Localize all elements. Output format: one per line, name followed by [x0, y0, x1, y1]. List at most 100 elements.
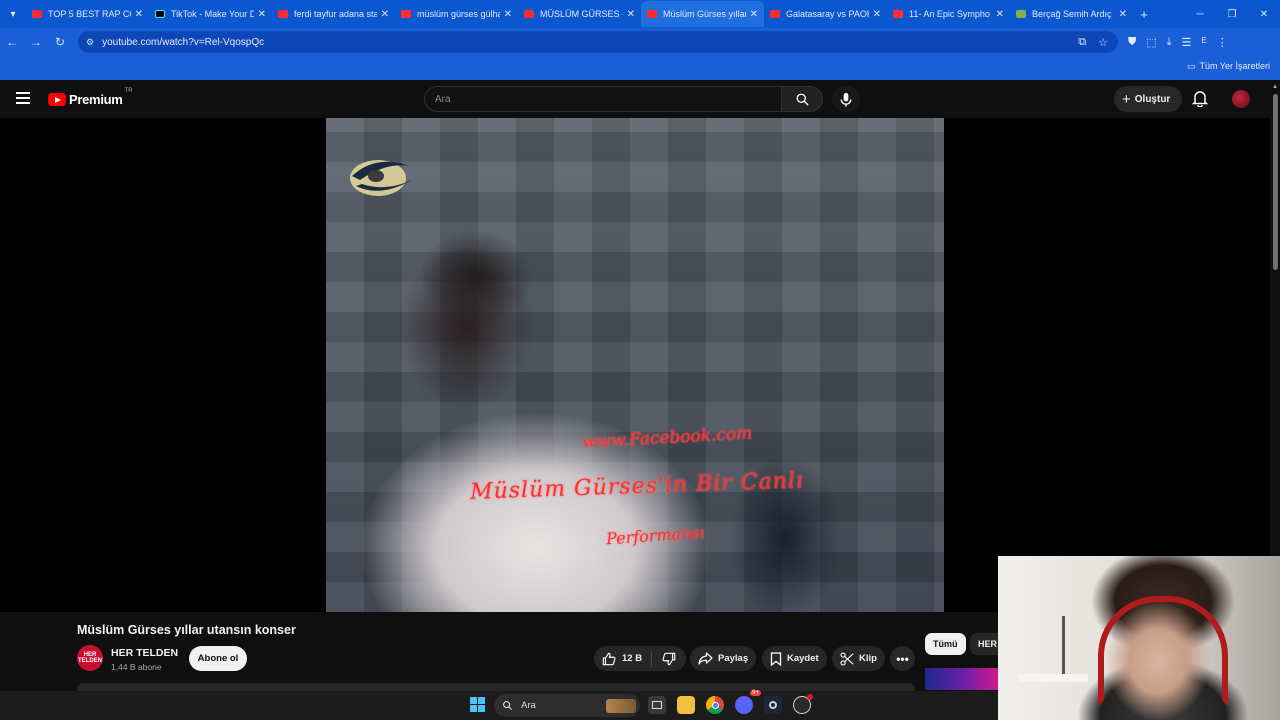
discord-icon[interactable]: 9+ [735, 690, 761, 714]
chip-all[interactable]: Tümü [925, 633, 966, 655]
channel-name[interactable]: HER TELDEN [111, 647, 178, 659]
tab-search-chevron-icon[interactable]: ▾ [0, 0, 26, 28]
browser-tab[interactable]: 11- An Epic Sympho ✕ [887, 1, 1010, 27]
forward-arrow-icon[interactable]: → [24, 35, 48, 49]
search-icon [796, 93, 809, 106]
close-icon[interactable]: ✕ [1119, 9, 1127, 20]
reload-icon[interactable]: ↻ [48, 35, 72, 49]
description-box[interactable] [77, 683, 915, 691]
tab-title: Berçağ Semih Ardıç [1032, 9, 1112, 19]
more-actions-button[interactable]: ••• [890, 646, 915, 671]
file-explorer-icon[interactable] [677, 696, 695, 714]
clip-button[interactable]: Klip [832, 646, 885, 671]
youtube-icon [278, 10, 288, 18]
windows-start-icon[interactable] [470, 697, 485, 712]
like-button[interactable]: 12 B [594, 650, 652, 667]
all-bookmarks-button[interactable]: ▭ Tüm Yer İşaretleri [1187, 61, 1270, 72]
all-bookmarks-label: Tüm Yer İşaretleri [1199, 61, 1270, 71]
share-button[interactable]: Paylaş [690, 646, 757, 671]
browser-tab[interactable]: müslüm gürses gülha ✕ [395, 1, 518, 27]
tab-title: TikTok - Make Your D [171, 9, 254, 19]
discord-badge: 9+ [750, 690, 761, 696]
clip-label: Klip [859, 653, 877, 664]
profile-avatar[interactable]: E [1201, 36, 1206, 49]
dislike-button[interactable] [652, 652, 686, 666]
tab-title: TOP 5 BEST RAP CON [48, 9, 131, 19]
video-player[interactable]: www.Facebook.com Müslüm Gürses'in Bir Ca… [326, 118, 944, 612]
account-avatar[interactable] [1232, 90, 1250, 108]
new-tab-plus-icon[interactable]: + [1133, 7, 1155, 22]
search-input[interactable]: Ara [424, 86, 782, 112]
tab-title: MÜSLÜM GÜRSES - Y [540, 9, 623, 19]
browser-tab[interactable]: TOP 5 BEST RAP CON ✕ [26, 1, 149, 27]
search-placeholder: Ara [435, 93, 451, 105]
tab-title: Müslüm Gürses yıllar [663, 9, 746, 19]
search-highlight-image [606, 698, 636, 713]
close-icon[interactable]: ✕ [996, 9, 1004, 20]
site-info-icon[interactable]: ⚙ [86, 37, 94, 48]
create-label: Oluştur [1134, 93, 1171, 105]
youtube-icon [32, 10, 42, 18]
window-controls: ─ ❐ ✕ [1184, 0, 1280, 28]
youtube-icon [893, 10, 903, 18]
channel-avatar[interactable]: HER TELDEN [77, 645, 103, 671]
close-icon[interactable]: ✕ [627, 9, 635, 20]
install-app-icon[interactable]: ⧉ [1078, 36, 1086, 49]
download-icon[interactable]: ⤓ [1167, 36, 1172, 49]
video-title: Müslüm Gürses yıllar utansın konser [77, 623, 296, 637]
app-icon[interactable] [793, 694, 813, 714]
close-icon[interactable]: ✕ [135, 9, 143, 20]
shield-extension-icon[interactable]: ⛊ [1128, 36, 1136, 49]
browser-tab-strip: ▾ TOP 5 BEST RAP CON ✕ TikTok - Make Your… [0, 0, 1280, 28]
minimize-icon[interactable]: ─ [1184, 0, 1216, 28]
browser-menu-icon[interactable]: ⋮ [1217, 36, 1228, 49]
close-icon[interactable]: ✕ [873, 9, 881, 20]
youtube-icon [524, 10, 534, 18]
extensions-puzzle-icon[interactable]: ⬚ [1146, 36, 1156, 49]
plus-icon: + [1122, 90, 1131, 108]
headset [1098, 596, 1228, 706]
scroll-up-arrow-icon[interactable]: ▲ [1272, 84, 1278, 90]
bookmark-star-icon[interactable]: ☆ [1098, 36, 1108, 49]
subscribe-button[interactable]: Abone ol [189, 646, 247, 671]
shelf [1018, 674, 1088, 682]
browser-tab-active[interactable]: Müslüm Gürses yıllar ✕ [641, 1, 764, 27]
save-button[interactable]: Kaydet [762, 646, 827, 671]
lamp-pole [1062, 616, 1065, 676]
close-icon[interactable]: ✕ [750, 9, 758, 20]
reading-list-icon[interactable]: ☰ [1182, 36, 1192, 49]
restore-icon[interactable]: ❐ [1216, 0, 1248, 28]
browser-tab[interactable]: Berçağ Semih Ardıç ✕ [1010, 1, 1133, 27]
chrome-icon[interactable] [706, 696, 724, 714]
save-label: Kaydet [787, 653, 819, 664]
address-bar[interactable]: ⚙ youtube.com/watch?v=Rel-VqospQc ⧉ ☆ [78, 31, 1118, 53]
youtube-premium-logo[interactable]: Premium TR [48, 88, 133, 107]
close-icon[interactable]: ✕ [258, 9, 266, 20]
youtube-play-icon [48, 93, 66, 106]
scrollbar-thumb[interactable] [1273, 94, 1278, 270]
browser-tab[interactable]: MÜSLÜM GÜRSES - Y ✕ [518, 1, 641, 27]
country-code: TR [124, 88, 133, 94]
close-icon[interactable]: ✕ [504, 9, 512, 20]
task-view-icon[interactable] [648, 696, 666, 714]
like-dislike-group: 12 B [594, 646, 686, 671]
search-button[interactable] [781, 86, 823, 112]
windows-taskbar: Ara 9+ [0, 690, 998, 720]
hamburger-menu-icon[interactable] [16, 92, 30, 104]
voice-search-button[interactable] [832, 86, 860, 112]
watermark-line-1: www.Facebook.com [581, 423, 753, 453]
taskbar-search[interactable]: Ara [494, 694, 640, 717]
notifications-bell-icon[interactable] [1192, 90, 1208, 107]
browser-tab[interactable]: Galatasaray vs PAOK ✕ [764, 1, 887, 27]
bookmark-icon [770, 651, 782, 666]
browser-tab[interactable]: TikTok - Make Your D ✕ [149, 1, 272, 27]
tab-title: 11- An Epic Sympho [909, 9, 990, 19]
steam-icon[interactable] [764, 696, 782, 714]
browser-tab[interactable]: ferdi tayfur adana sta ✕ [272, 1, 395, 27]
back-arrow-icon[interactable]: ← [0, 35, 24, 49]
close-window-icon[interactable]: ✕ [1248, 0, 1280, 28]
create-button[interactable]: + Oluştur [1114, 86, 1182, 112]
microphone-icon [840, 92, 852, 107]
recommended-video-thumbnail[interactable] [925, 668, 1000, 690]
close-icon[interactable]: ✕ [381, 9, 389, 20]
